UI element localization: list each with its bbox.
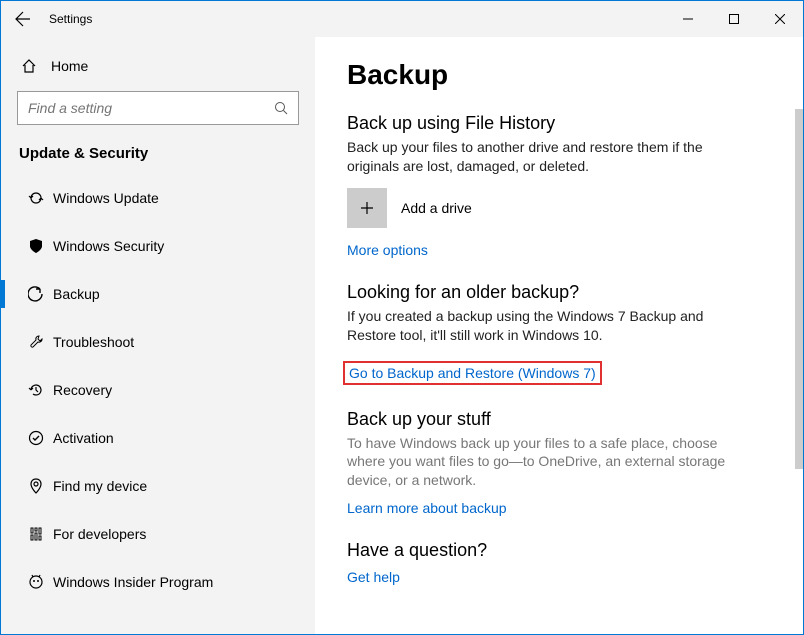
search-box[interactable] [17,91,299,125]
backup-restore-win7-link[interactable]: Go to Backup and Restore (Windows 7) [343,361,602,385]
vertical-scrollbar[interactable] [795,109,803,469]
location-icon [21,478,51,494]
home-button[interactable]: Home [1,45,315,87]
content-pane: Backup Back up using File History Back u… [315,37,803,634]
sidebar-item-windows-security[interactable]: Windows Security [1,222,315,270]
sidebar-item-for-developers[interactable]: For developers [1,510,315,558]
sidebar-item-label: Troubleshoot [53,334,134,350]
sidebar-item-find-my-device[interactable]: Find my device [1,462,315,510]
backup-stuff-body: To have Windows back up your files to a … [347,434,727,491]
maximize-icon [729,14,739,24]
sidebar-item-troubleshoot[interactable]: Troubleshoot [1,318,315,366]
add-drive-button[interactable]: Add a drive [347,188,773,228]
sidebar-item-label: Recovery [53,382,112,398]
get-help-link[interactable]: Get help [347,569,400,585]
question-heading: Have a question? [347,540,773,561]
minimize-button[interactable] [665,1,711,37]
more-options-link[interactable]: More options [347,242,428,258]
add-drive-label: Add a drive [401,200,472,216]
search-input[interactable] [18,100,264,116]
window-controls [665,1,803,37]
sidebar: Home Update & Security Windows Update Wi… [1,37,315,634]
home-icon [21,58,51,74]
home-label: Home [51,58,88,74]
older-backup-body: If you created a backup using the Window… [347,307,727,345]
learn-more-backup-link[interactable]: Learn more about backup [347,500,507,516]
shield-icon [21,238,51,254]
wrench-icon [21,334,51,350]
sidebar-item-activation[interactable]: Activation [1,414,315,462]
sidebar-item-recovery[interactable]: Recovery [1,366,315,414]
back-button[interactable] [1,1,45,37]
close-button[interactable] [757,1,803,37]
sidebar-item-windows-insider[interactable]: Windows Insider Program [1,558,315,606]
section-title: Update & Security [1,139,315,174]
sidebar-item-label: Windows Security [53,238,164,254]
sidebar-item-label: Windows Insider Program [53,574,213,590]
file-history-heading: Back up using File History [347,113,773,134]
titlebar: Settings [1,1,803,37]
sidebar-item-label: Activation [53,430,114,446]
arrow-left-icon [15,11,31,27]
app-title: Settings [45,12,92,26]
sidebar-item-backup[interactable]: Backup [1,270,315,318]
page-title: Backup [347,59,773,91]
sidebar-item-label: Find my device [53,478,147,494]
developer-icon [21,526,51,542]
sidebar-item-windows-update[interactable]: Windows Update [1,174,315,222]
search-icon [264,101,298,115]
plus-button[interactable] [347,188,387,228]
backup-arrow-icon [21,286,51,302]
sidebar-item-label: For developers [53,526,146,542]
check-circle-icon [21,430,51,446]
sync-icon [21,190,51,206]
plus-icon [359,200,375,216]
file-history-body: Back up your files to another drive and … [347,138,727,176]
backup-stuff-heading: Back up your stuff [347,409,773,430]
older-backup-heading: Looking for an older backup? [347,282,773,303]
sidebar-item-label: Windows Update [53,190,159,206]
history-icon [21,382,51,398]
sidebar-item-label: Backup [53,286,100,302]
minimize-icon [683,14,693,24]
insider-icon [21,574,51,590]
maximize-button[interactable] [711,1,757,37]
close-icon [775,14,785,24]
